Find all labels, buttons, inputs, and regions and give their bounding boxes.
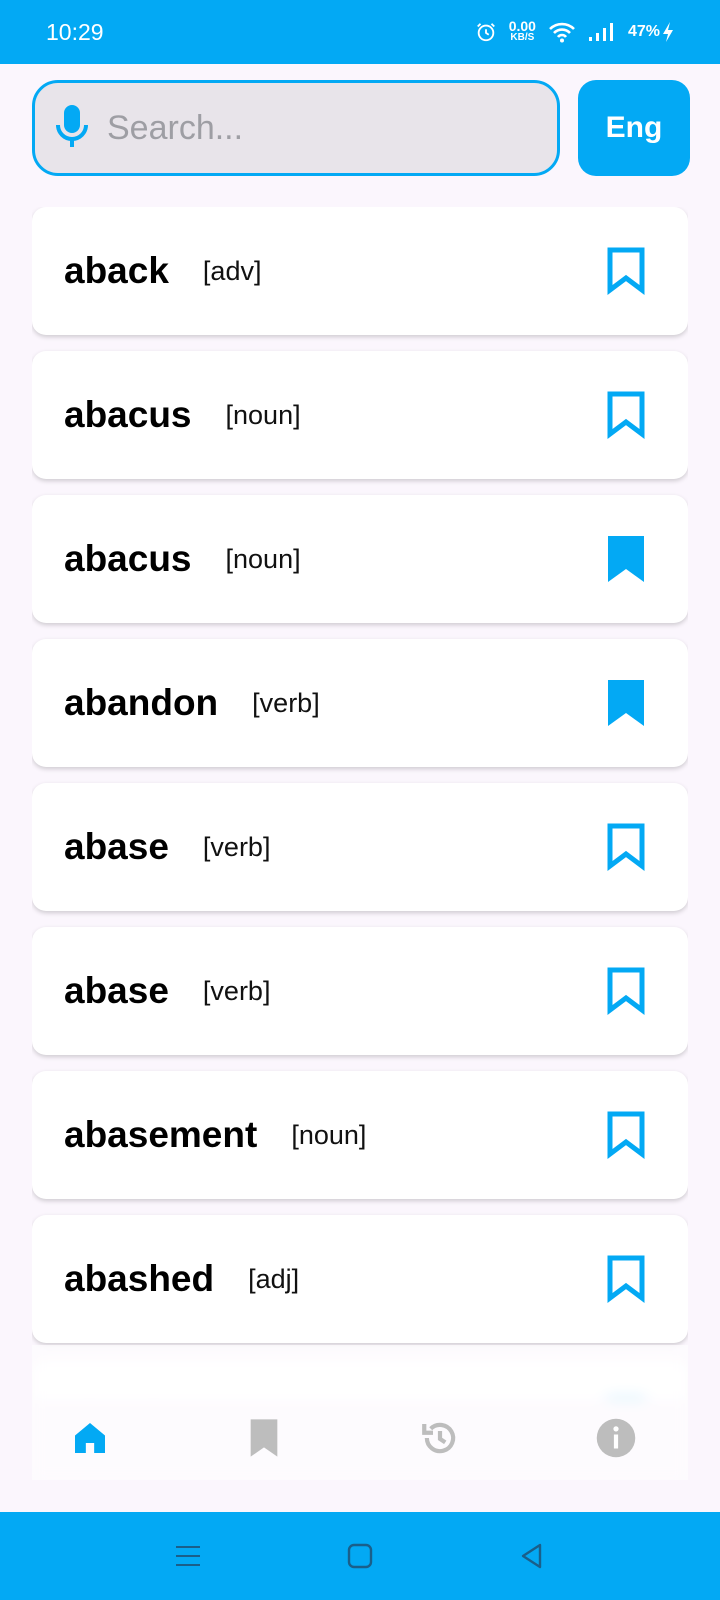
bookmark-filled-icon[interactable]	[606, 534, 646, 584]
word-card[interactable]: abacus [noun]	[32, 495, 688, 623]
word-text: abase	[64, 970, 169, 1011]
bookmark-outline-icon[interactable]	[606, 822, 646, 872]
search-box[interactable]	[32, 80, 560, 176]
bookmark-outline-icon[interactable]	[606, 390, 646, 440]
home-icon	[70, 1418, 110, 1463]
alarm-icon	[475, 21, 497, 43]
part-of-speech: [noun]	[225, 543, 301, 574]
system-nav-bar	[0, 1512, 720, 1600]
info-icon	[595, 1417, 637, 1464]
word-text: abashed	[64, 1258, 215, 1299]
part-of-speech: [adv]	[202, 255, 262, 286]
net-speed: 0.00 KB/S	[508, 18, 536, 43]
signal-icon	[588, 21, 616, 43]
word-card[interactable]: abandon [verb]	[32, 639, 688, 767]
word-card[interactable]: aback [adv]	[32, 207, 688, 335]
search-input[interactable]	[107, 108, 507, 148]
microphone-icon[interactable]	[55, 103, 89, 154]
status-time: 10:29	[46, 18, 104, 45]
word-card[interactable]: abacus [noun]	[32, 351, 688, 479]
bookmark-outline-icon[interactable]	[606, 246, 646, 296]
status-icons: 0.00 KB/S 47%	[475, 18, 674, 43]
bookmark-outline-icon[interactable]	[606, 966, 646, 1016]
nav-info[interactable]	[586, 1410, 646, 1470]
word-text: abandon	[64, 682, 219, 723]
word-card[interactable]: abase [verb]	[32, 927, 688, 1055]
home-square-icon[interactable]	[340, 1538, 380, 1574]
wifi-icon	[548, 21, 576, 43]
word-text: abase	[64, 826, 169, 867]
battery-indicator: 47%	[628, 21, 674, 43]
part-of-speech: [adj]	[248, 1263, 300, 1294]
part-of-speech: [verb]	[202, 975, 271, 1006]
language-button[interactable]: Eng	[578, 80, 690, 176]
part-of-speech: [verb]	[202, 831, 271, 862]
word-text: abacus	[64, 394, 192, 435]
history-icon	[419, 1417, 461, 1464]
bookmark-icon	[248, 1418, 280, 1463]
menu-icon[interactable]	[168, 1538, 208, 1574]
part-of-speech: [noun]	[291, 1119, 367, 1150]
word-text: abasement	[64, 1114, 258, 1155]
search-row: Eng	[32, 80, 690, 176]
charging-icon	[662, 21, 674, 43]
word-card[interactable]: abashed [adj]	[32, 1215, 688, 1343]
part-of-speech: [verb]	[252, 687, 320, 718]
word-list[interactable]: aback [adv] abacus [noun] abacus [noun] abando…	[32, 207, 688, 1400]
bottom-nav	[0, 1400, 720, 1480]
bookmark-outline-icon[interactable]	[606, 1254, 646, 1304]
back-triangle-icon[interactable]	[512, 1538, 552, 1574]
word-text: aback	[64, 250, 169, 291]
word-card[interactable]: abase [verb]	[32, 783, 688, 911]
bookmark-outline-icon[interactable]	[606, 1110, 646, 1160]
nav-bookmarks[interactable]	[234, 1410, 294, 1470]
bookmark-filled-icon[interactable]	[606, 678, 646, 728]
word-text: abacus	[64, 538, 192, 579]
nav-home[interactable]	[60, 1410, 120, 1470]
nav-history[interactable]	[410, 1410, 470, 1470]
word-card[interactable]: abasement [noun]	[32, 1071, 688, 1199]
part-of-speech: [noun]	[225, 399, 301, 430]
status-bar: 10:29 0.00 KB/S 47%	[0, 0, 720, 64]
